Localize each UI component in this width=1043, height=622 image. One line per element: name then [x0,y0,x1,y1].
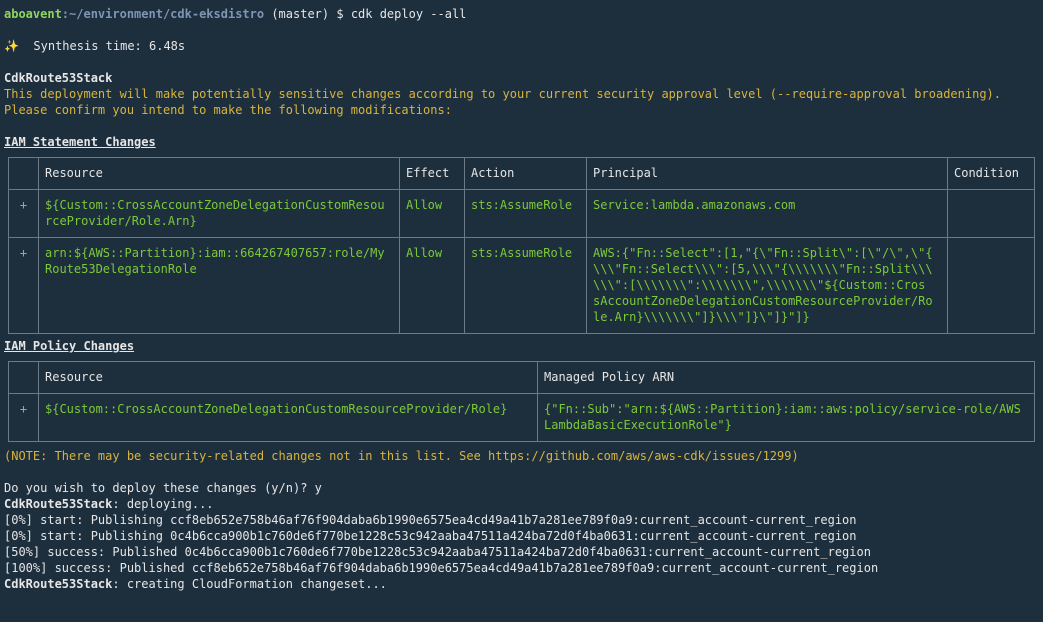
log-line: [0%] start: Publishing ccf8eb652e758b46a… [4,513,857,527]
table-header-row: Resource Effect Action Principal Conditi… [8,157,1035,190]
table-row: + arn:${AWS::Partition}:iam::66426740765… [8,237,1035,334]
header-effect: Effect [399,157,465,190]
effect-cell: Allow [399,189,465,238]
effect-cell: Allow [399,237,465,334]
arn-cell: {"Fn::Sub":"arn:${AWS::Partition}:iam::a… [537,393,1035,442]
principal-cell: Service:lambda.amazonaws.com [586,189,948,238]
iam-policy-heading: IAM Policy Changes [4,339,135,353]
approval-warning: This deployment will make potentially se… [4,87,1001,101]
header-principal: Principal [586,157,948,190]
condition-cell [947,237,1035,334]
header-managed-policy-arn: Managed Policy ARN [537,361,1035,394]
resource-cell: ${Custom::CrossAccountZoneDelegationCust… [38,393,538,442]
condition-cell [947,189,1035,238]
prompt-user: aboavent [4,7,62,21]
synthesis-line: ✨ Synthesis time: 6.48s [4,38,1043,54]
iam-statement-heading: IAM Statement Changes [4,135,156,149]
resource-cell: arn:${AWS::Partition}:iam::664267407657:… [38,237,400,334]
table-header-row: Resource Managed Policy ARN [8,361,1035,394]
deploying-line: CdkRoute53Stack: deploying... [4,497,214,511]
prompt-path: :~/environment/cdk-eksdistro [61,7,265,21]
deploy-confirm-prompt: Do you wish to deploy these changes (y/n… [4,481,322,495]
stack-name: CdkRoute53Stack [4,71,113,85]
change-sign: + [8,393,39,442]
confirm-warning: Please confirm you intend to make the fo… [4,103,452,117]
log-line: [50%] success: Published 0c4b6cca900b1c7… [4,545,871,559]
iam-statement-table: Resource Effect Action Principal Conditi… [8,157,1035,334]
synthesis-time: Synthesis time: 6.48s [18,39,186,53]
table-row: + ${Custom::CrossAccountZoneDelegationCu… [8,189,1035,238]
security-note: (NOTE: There may be security-related cha… [4,449,799,463]
change-sign: + [8,189,39,238]
log-line: [0%] start: Publishing 0c4b6cca900b1c760… [4,529,857,543]
header-sign [8,157,39,190]
command-prompt-line: aboavent:~/environment/cdk-eksdistro (ma… [4,6,1043,22]
header-resource: Resource [38,157,400,190]
action-cell: sts:AssumeRole [464,237,587,334]
changeset-line: CdkRoute53Stack: creating CloudFormation… [4,577,387,591]
header-condition: Condition [947,157,1035,190]
command-text: cdk deploy --all [350,7,467,21]
log-line: [100%] success: Published ccf8eb652e758b… [4,561,879,575]
change-sign: + [8,237,39,334]
table-row: + ${Custom::CrossAccountZoneDelegationCu… [8,393,1035,442]
terminal[interactable]: aboavent:~/environment/cdk-eksdistro (ma… [0,6,1043,622]
header-action: Action [464,157,587,190]
header-sign [8,361,39,394]
iam-policy-table: Resource Managed Policy ARN + ${Custom::… [8,361,1035,442]
header-resource: Resource [38,361,538,394]
prompt-branch: (master) $ [264,7,351,21]
principal-cell: AWS:{"Fn::Select":[1,"{\"Fn::Split\":[\"… [586,237,948,334]
resource-cell: ${Custom::CrossAccountZoneDelegationCust… [38,189,400,238]
action-cell: sts:AssumeRole [464,189,587,238]
sparkles-icon: ✨ [4,39,19,53]
